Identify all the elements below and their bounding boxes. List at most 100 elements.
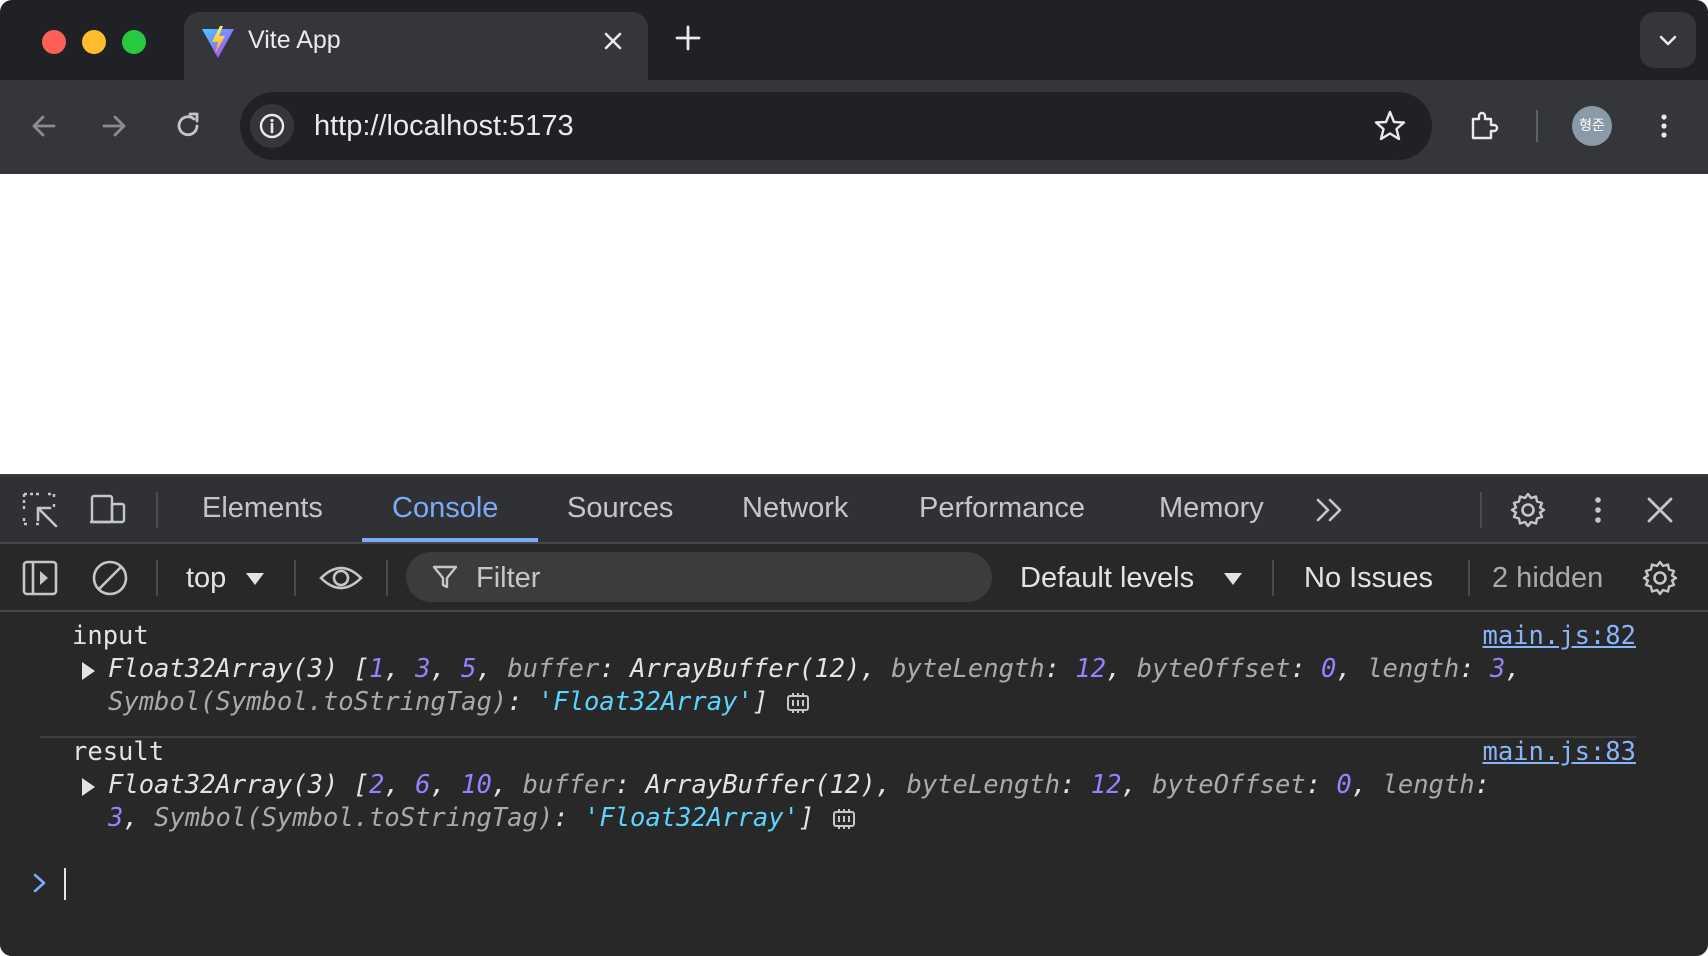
tab-memory[interactable]: Memory bbox=[1159, 492, 1264, 525]
page-viewport[interactable] bbox=[0, 174, 1708, 474]
property-key: byteOffset bbox=[1136, 654, 1291, 684]
devtools-tab-bar: Elements Console Sources Network Perform… bbox=[0, 476, 1708, 544]
tab-strip: Vite App bbox=[0, 0, 1708, 80]
context-selector[interactable]: top bbox=[186, 562, 226, 595]
expand-triangle-icon[interactable] bbox=[82, 778, 95, 796]
back-icon[interactable] bbox=[26, 108, 62, 144]
filter-placeholder: Filter bbox=[476, 562, 541, 594]
buffer-value: ArrayBuffer(12) bbox=[645, 770, 876, 800]
toolbar-divider bbox=[294, 560, 296, 596]
context-dropdown-icon[interactable] bbox=[244, 570, 266, 588]
length-value: 3 bbox=[108, 803, 124, 833]
array-value: 2 bbox=[369, 770, 385, 800]
object-preview-line[interactable]: 3, Symbol(Symbol.toStringTag): 'Float32A… bbox=[108, 802, 858, 835]
close-tab-icon[interactable] bbox=[598, 26, 628, 56]
memory-inspector-icon[interactable] bbox=[784, 691, 812, 715]
toolbar-divider bbox=[1468, 560, 1470, 596]
toolbar-divider bbox=[1536, 110, 1538, 142]
levels-dropdown-icon[interactable] bbox=[1222, 570, 1244, 588]
property-key: byteLength bbox=[891, 654, 1045, 684]
console-input-caret[interactable] bbox=[64, 868, 66, 900]
chevron-down-icon bbox=[1659, 35, 1677, 46]
type-name: Float32Array(3) bbox=[108, 770, 339, 800]
tabbar-divider bbox=[1480, 492, 1482, 528]
console-message: input main.js:82 Float32Array(3) [1, 3, … bbox=[0, 620, 1636, 728]
property-key: byteOffset bbox=[1152, 770, 1306, 800]
console-messages: input main.js:82 Float32Array(3) [1, 3, … bbox=[0, 612, 1708, 956]
clear-console-icon[interactable] bbox=[90, 558, 130, 598]
more-vertical-icon[interactable] bbox=[1578, 490, 1618, 530]
array-value: 10 bbox=[461, 770, 492, 800]
close-window-button[interactable] bbox=[42, 30, 66, 54]
log-label: input bbox=[72, 621, 149, 651]
reload-icon[interactable] bbox=[170, 108, 206, 144]
array-value: 1 bbox=[369, 654, 385, 684]
buffer-value: ArrayBuffer(12) bbox=[630, 654, 861, 684]
bytelength-value: 12 bbox=[1090, 770, 1122, 800]
minimize-window-button[interactable] bbox=[82, 30, 106, 54]
url-text: http://localhost:5173 bbox=[314, 110, 574, 142]
property-key: length bbox=[1367, 654, 1460, 684]
forward-icon[interactable] bbox=[96, 108, 132, 144]
byteoffset-value: 0 bbox=[1321, 654, 1337, 684]
browser-tab[interactable]: Vite App bbox=[184, 12, 648, 80]
profile-avatar[interactable]: 형준 bbox=[1572, 106, 1612, 146]
browser-window: Vite App http://localhost:5173 형준 Elemen… bbox=[0, 0, 1708, 956]
memory-inspector-icon[interactable] bbox=[830, 807, 858, 831]
array-value: 3 bbox=[415, 654, 431, 684]
type-name: Float32Array(3) bbox=[108, 654, 339, 684]
console-settings-gear-icon[interactable] bbox=[1640, 558, 1680, 598]
log-label: result bbox=[72, 737, 165, 767]
issues-counter[interactable]: No Issues bbox=[1304, 562, 1433, 595]
inspect-element-icon[interactable] bbox=[20, 490, 60, 530]
tab-network[interactable]: Network bbox=[742, 492, 848, 525]
console-prompt-chevron-icon bbox=[33, 873, 46, 893]
object-preview-line[interactable]: Float32Array(3) [2, 6, 10, buffer: Array… bbox=[108, 769, 1490, 802]
settings-gear-icon[interactable] bbox=[1508, 490, 1548, 530]
object-preview-line[interactable]: Symbol(Symbol.toStringTag): 'Float32Arra… bbox=[108, 686, 812, 719]
toolbar-divider bbox=[156, 560, 158, 596]
tab-elements[interactable]: Elements bbox=[202, 492, 323, 525]
console-filter-input[interactable]: Filter bbox=[406, 552, 992, 602]
site-info-button[interactable] bbox=[250, 104, 294, 148]
tab-title: Vite App bbox=[248, 26, 341, 54]
property-key: byteLength bbox=[906, 770, 1060, 800]
hidden-messages-count: 2 hidden bbox=[1492, 562, 1604, 594]
device-toolbar-icon[interactable] bbox=[88, 490, 128, 530]
close-devtools-icon[interactable] bbox=[1640, 490, 1680, 530]
vite-logo-icon bbox=[202, 26, 234, 58]
filter-funnel-icon bbox=[432, 565, 458, 589]
tab-search-button[interactable] bbox=[1640, 12, 1696, 68]
tab-console[interactable]: Console bbox=[392, 492, 498, 525]
tabbar-divider bbox=[156, 492, 158, 528]
more-tabs-chevron-icon[interactable] bbox=[1310, 490, 1350, 530]
bytelength-value: 12 bbox=[1075, 654, 1107, 684]
maximize-window-button[interactable] bbox=[122, 30, 146, 54]
sidebar-toggle-icon[interactable] bbox=[20, 558, 60, 598]
property-key: Symbol(Symbol.toStringTag) bbox=[108, 687, 508, 717]
length-value: 3 bbox=[1489, 654, 1506, 684]
byteoffset-value: 0 bbox=[1336, 770, 1352, 800]
active-tab-indicator bbox=[362, 538, 538, 542]
expand-triangle-icon[interactable] bbox=[82, 662, 95, 680]
object-preview-line[interactable]: Float32Array(3) [1, 3, 5, buffer: ArrayB… bbox=[108, 653, 1521, 686]
tab-sources[interactable]: Sources bbox=[567, 492, 673, 525]
tag-value: 'Float32Array' bbox=[537, 687, 753, 717]
array-value: 6 bbox=[415, 770, 431, 800]
new-tab-icon[interactable] bbox=[672, 22, 704, 54]
more-vertical-icon[interactable] bbox=[1646, 108, 1682, 144]
source-link[interactable]: main.js:82 bbox=[1482, 620, 1636, 653]
array-value: 5 bbox=[461, 654, 477, 684]
property-key: buffer bbox=[522, 770, 615, 800]
live-expression-eye-icon[interactable] bbox=[318, 558, 364, 598]
tab-performance[interactable]: Performance bbox=[919, 492, 1085, 525]
extensions-puzzle-icon[interactable] bbox=[1466, 108, 1502, 144]
property-key: Symbol(Symbol.toStringTag) bbox=[154, 803, 554, 833]
info-icon bbox=[259, 113, 285, 139]
console-message: result main.js:83 Float32Array(3) [2, 6,… bbox=[0, 736, 1636, 846]
toolbar-divider bbox=[386, 560, 388, 596]
address-bar[interactable]: http://localhost:5173 bbox=[240, 92, 1432, 160]
bookmark-star-icon[interactable] bbox=[1372, 108, 1408, 144]
source-link[interactable]: main.js:83 bbox=[1482, 736, 1636, 769]
log-levels-dropdown[interactable]: Default levels bbox=[1020, 562, 1194, 595]
